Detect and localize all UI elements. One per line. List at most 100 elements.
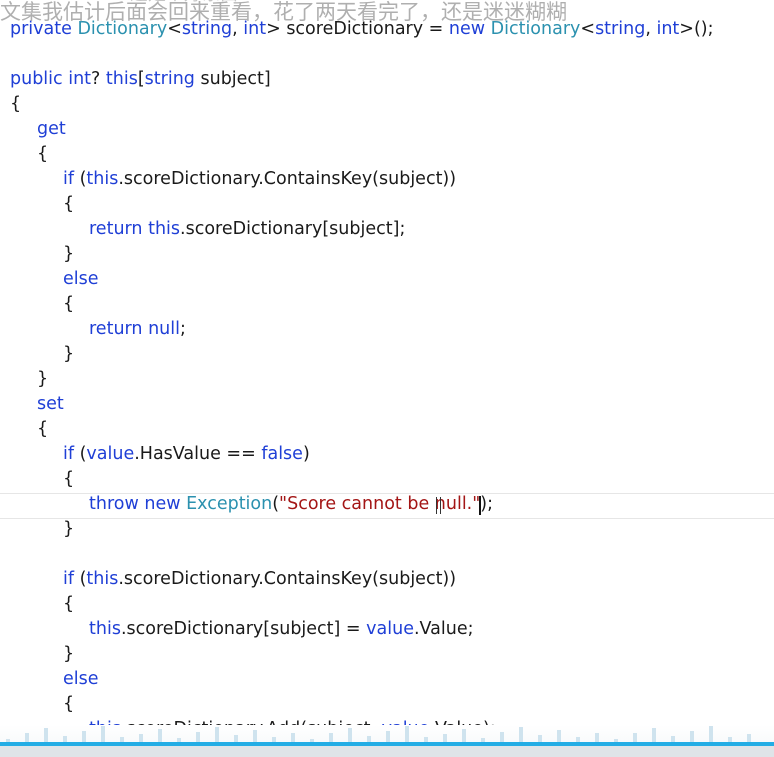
code-token: ( [74, 569, 87, 589]
code-line-throw[interactable]: throw new Exception("Score cannot be nul… [89, 492, 493, 517]
code-token: , [645, 19, 657, 39]
seekbar-thumbnail-bar [405, 726, 409, 742]
seekbar-thumbnail-bar [215, 727, 219, 742]
code-line-else[interactable]: else [63, 667, 99, 692]
seekbar-thumbnail-bar [234, 735, 238, 742]
code-token: ) [302, 444, 310, 464]
seekbar-thumbnail-bar [196, 732, 200, 742]
code-token: .Value; [413, 619, 474, 639]
seekbar-thumbnail-bar [291, 733, 295, 742]
code-token: .HasValue == [134, 444, 262, 464]
video-seekbar[interactable] [0, 725, 774, 757]
code-line[interactable]: { [37, 417, 48, 442]
seekbar-thumbnail-bar [557, 730, 561, 742]
code-editor[interactable]: private Dictionary<string, int> scoreDic… [0, 0, 774, 757]
seekbar-thumbnail-bar [690, 731, 694, 742]
keyword-token: throw [89, 494, 145, 514]
keyword-token: int [68, 69, 92, 89]
code-line-get[interactable]: get [37, 117, 66, 142]
code-line[interactable]: { [63, 692, 74, 717]
string-token: "Score cannot be null." [279, 494, 481, 514]
keyword-token: new [144, 494, 187, 514]
keyword-token: this [86, 569, 119, 589]
code-token: subject] [194, 69, 271, 89]
code-line-if[interactable]: if (this.scoreDictionary.ContainsKey(sub… [63, 167, 456, 192]
keyword-token: string [144, 69, 195, 89]
keyword-token: this [89, 619, 121, 639]
keyword-token: value [86, 444, 135, 464]
seekbar-thumbnail-bar [519, 727, 523, 742]
code-token: .scoreDictionary.ContainsKey(subject)) [118, 169, 457, 189]
code-line[interactable]: { [63, 292, 74, 317]
keyword-token: this [86, 169, 119, 189]
seekbar-thumbnail-bar [633, 733, 637, 742]
keyword-token: if [63, 169, 75, 189]
seekbar-thumbnail-bar [253, 730, 257, 742]
danmaku-comment: 文集我估计后面会回来重看，花了两天看完了，还是迷迷糊糊 [0, 0, 567, 24]
type-token: Exception [186, 494, 273, 514]
code-line-return-null[interactable]: return null; [89, 317, 186, 342]
code-line-set[interactable]: set [37, 392, 64, 417]
code-token: [ [137, 69, 145, 89]
code-line-indexer[interactable]: public int? this[string subject] [10, 67, 271, 92]
code-line[interactable]: } [63, 642, 74, 667]
code-token: ; [180, 319, 186, 339]
keyword-token: this [148, 219, 181, 239]
keyword-token: null [148, 319, 180, 339]
code-line-if-contains[interactable]: if (this.scoreDictionary.ContainsKey(sub… [63, 567, 456, 592]
code-line[interactable]: { [10, 92, 21, 117]
seekbar-thumbnail-bar [595, 733, 599, 742]
ibeam-cursor-icon [436, 497, 441, 514]
code-token: < [580, 19, 596, 39]
seekbar-thumbnail-bar [82, 731, 86, 742]
seekbar-thumbnail-bar [348, 728, 352, 742]
keyword-token: return [89, 319, 149, 339]
code-line[interactable]: { [63, 467, 74, 492]
seekbar-thumbnail-bar [158, 729, 162, 742]
code-line[interactable]: } [63, 342, 74, 367]
code-line[interactable]: } [63, 242, 74, 267]
seekbar-thumbnail-strip [0, 725, 774, 742]
code-line[interactable]: } [37, 367, 48, 392]
text-caret [479, 496, 481, 515]
keyword-token: value [366, 619, 414, 639]
keyword-token: int [656, 19, 680, 39]
keyword-token: if [63, 569, 75, 589]
seekbar-thumbnail-bar [652, 728, 656, 742]
seekbar-thumbnail-bar [747, 734, 751, 742]
seekbar-thumbnail-bar [462, 729, 466, 742]
seekbar-thumbnail-bar [139, 734, 143, 742]
seekbar-thumbnail-bar [538, 735, 542, 742]
code-line[interactable]: { [63, 592, 74, 617]
code-token: ? [91, 69, 106, 89]
code-line-assign[interactable]: this.scoreDictionary[subject] = value.Va… [89, 617, 473, 642]
keyword-token: public [10, 69, 69, 89]
code-token: ( [74, 444, 87, 464]
seekbar-thumbnail-bar [386, 731, 390, 742]
code-line[interactable]: { [37, 142, 48, 167]
seekbar-thumbnail-bar [709, 726, 713, 742]
keyword-token: false [261, 444, 303, 464]
code-line[interactable]: } [63, 517, 74, 542]
keyword-token: string [595, 19, 646, 39]
code-token: .scoreDictionary.ContainsKey(subject)) [118, 569, 457, 589]
keyword-token: this [105, 69, 138, 89]
code-token: ( [74, 169, 87, 189]
code-token: .scoreDictionary[subject]; [180, 219, 406, 239]
keyword-token: if [63, 444, 75, 464]
code-line[interactable]: { [63, 192, 74, 217]
seekbar-thumbnail-bar [25, 733, 29, 742]
keyword-token: return [89, 219, 149, 239]
code-token: ); [480, 494, 494, 514]
seekbar-thumbnail-bar [500, 732, 504, 742]
code-line-else[interactable]: else [63, 267, 99, 292]
seekbar-thumbnail-bar [101, 726, 105, 742]
code-token: >(); [679, 19, 714, 39]
code-line-if-hasvalue[interactable]: if (value.HasValue == false) [63, 442, 310, 467]
code-token: .scoreDictionary[subject] = [120, 619, 367, 639]
code-line-return[interactable]: return this.scoreDictionary[subject]; [89, 217, 405, 242]
player-controls-edge [0, 746, 774, 757]
seekbar-thumbnail-bar [329, 733, 333, 742]
seekbar-thumbnail-bar [443, 734, 447, 742]
seekbar-thumbnail-bar [44, 728, 48, 742]
